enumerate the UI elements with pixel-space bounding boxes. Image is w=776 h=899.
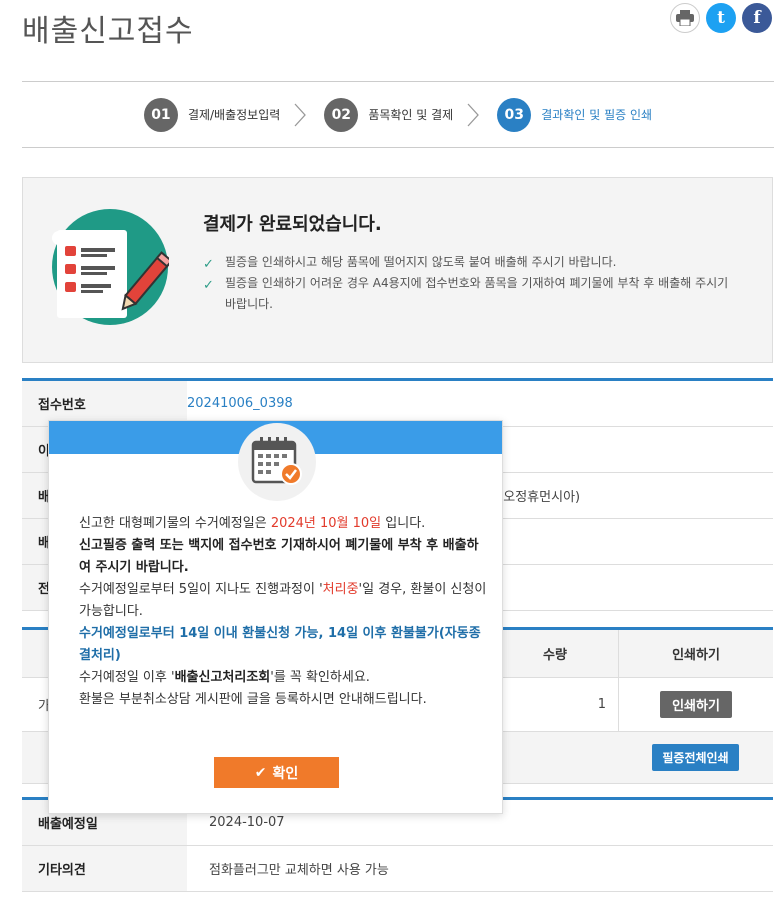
print-cell: 인쇄하기: [618, 678, 773, 731]
step-3: 03 결과확인 및 필증 인쇄: [497, 97, 653, 132]
pickup-date: 2024년 10월 10일: [270, 516, 382, 531]
check-icon: ✓: [203, 278, 214, 293]
progress-steps: 01 결제/배출정보입력 02 품목확인 및 결제 03 결과확인 및 필증 인…: [22, 81, 774, 148]
modal-text: 수거예정일 이후 ': [79, 670, 175, 685]
modal-text: 수거예정일로부터 5일이 지나도 진행과정이 ': [79, 582, 323, 597]
note-text: 필증을 인쇄하시고 해당 품목에 떨어지지 않도록 붙여 배출해 주시기 바랍니…: [225, 255, 617, 269]
step-1: 01 결제/배출정보입력: [143, 97, 307, 132]
checklist-icon: [52, 209, 169, 325]
header-print: 인쇄하기: [618, 630, 773, 677]
modal-text: 입니다.: [381, 516, 426, 531]
modal-text: 신고필증 출력 또는 백지에 접수번호 기재하시어 폐기물에 부착 후 배출하여…: [79, 538, 479, 575]
print-all-button[interactable]: 필증전체인쇄: [652, 744, 739, 771]
item-qty: 1: [597, 697, 606, 712]
other-notes: 점화플러그만 교체하면 사용 가능: [209, 863, 389, 878]
modal-text: '를 꼭 확인하세요.: [270, 670, 370, 685]
step-label: 결과확인 및 필증 인쇄: [541, 108, 653, 122]
page-title: 배출신고접수: [22, 14, 194, 49]
receipt-number: 20241006_0398: [187, 396, 293, 411]
chevron-right-icon: [294, 103, 307, 126]
share-buttons: t f: [670, 3, 772, 33]
printer-icon[interactable]: [670, 3, 700, 33]
modal-text: 배출신고처리조회: [174, 670, 271, 685]
step-2: 02 품목확인 및 결제: [324, 97, 480, 132]
list-item: ✓ 필증을 인쇄하기 어려운 경우 A4용지에 접수번호와 품목을 기재하여 폐기…: [203, 273, 743, 315]
step-number: 02: [324, 97, 359, 132]
check-icon: ✔: [254, 764, 267, 781]
completion-notes: ✓ 필증을 인쇄하시고 해당 품목에 떨어지지 않도록 붙여 배출해 주시기 바랍…: [203, 252, 743, 315]
twitter-icon[interactable]: t: [706, 3, 736, 33]
chevron-right-icon: [467, 103, 480, 126]
modal-text: 신고한 대형폐기물의 수거예정일은: [79, 516, 271, 531]
print-all-cell: 필증전체인쇄: [618, 732, 773, 783]
step-number: 03: [497, 97, 532, 132]
disposal-date: 2024-10-07: [209, 815, 285, 830]
modal-message: 신고한 대형폐기물의 수거예정일은 2024년 10월 10일 입니다. 신고필…: [79, 513, 489, 711]
row-label: 기타의견: [22, 846, 187, 891]
confirm-button[interactable]: ✔ 확인: [214, 757, 339, 788]
facebook-icon[interactable]: f: [742, 3, 772, 33]
modal-text: 환불은 부분취소상담 게시판에 글을 등록하시면 안내해드립니다.: [79, 692, 427, 707]
step-label: 결제/배출정보입력: [187, 108, 281, 122]
note-text: 필증을 인쇄하기 어려운 경우 A4용지에 접수번호와 품목을 기재하여 폐기물…: [225, 276, 729, 311]
completion-title: 결제가 완료되었습니다.: [203, 214, 382, 235]
completion-panel: 결제가 완료되었습니다. ✓ 필증을 인쇄하시고 해당 품목에 떨어지지 않도록 …: [22, 177, 773, 363]
step-number: 01: [143, 97, 178, 132]
check-icon: ✓: [203, 257, 214, 272]
header-qty: 수량: [543, 648, 567, 663]
step-label: 품목확인 및 결제: [368, 108, 454, 122]
status-text: 처리중: [322, 582, 359, 597]
table-row: 기타의견 점화플러그만 교체하면 사용 가능: [22, 846, 773, 892]
confirm-label: 확인: [272, 765, 299, 782]
pickup-notice-modal: 신고한 대형폐기물의 수거예정일은 2024년 10월 10일 입니다. 신고필…: [48, 420, 503, 814]
print-button[interactable]: 인쇄하기: [660, 691, 732, 718]
calendar-icon: [238, 423, 316, 501]
refund-notice: 수거예정일로부터 14일 이내 환불신청 가능, 14일 이후 환불불가(자동종…: [79, 626, 481, 663]
list-item: ✓ 필증을 인쇄하시고 해당 품목에 떨어지지 않도록 붙여 배출해 주시기 바랍…: [203, 252, 743, 273]
